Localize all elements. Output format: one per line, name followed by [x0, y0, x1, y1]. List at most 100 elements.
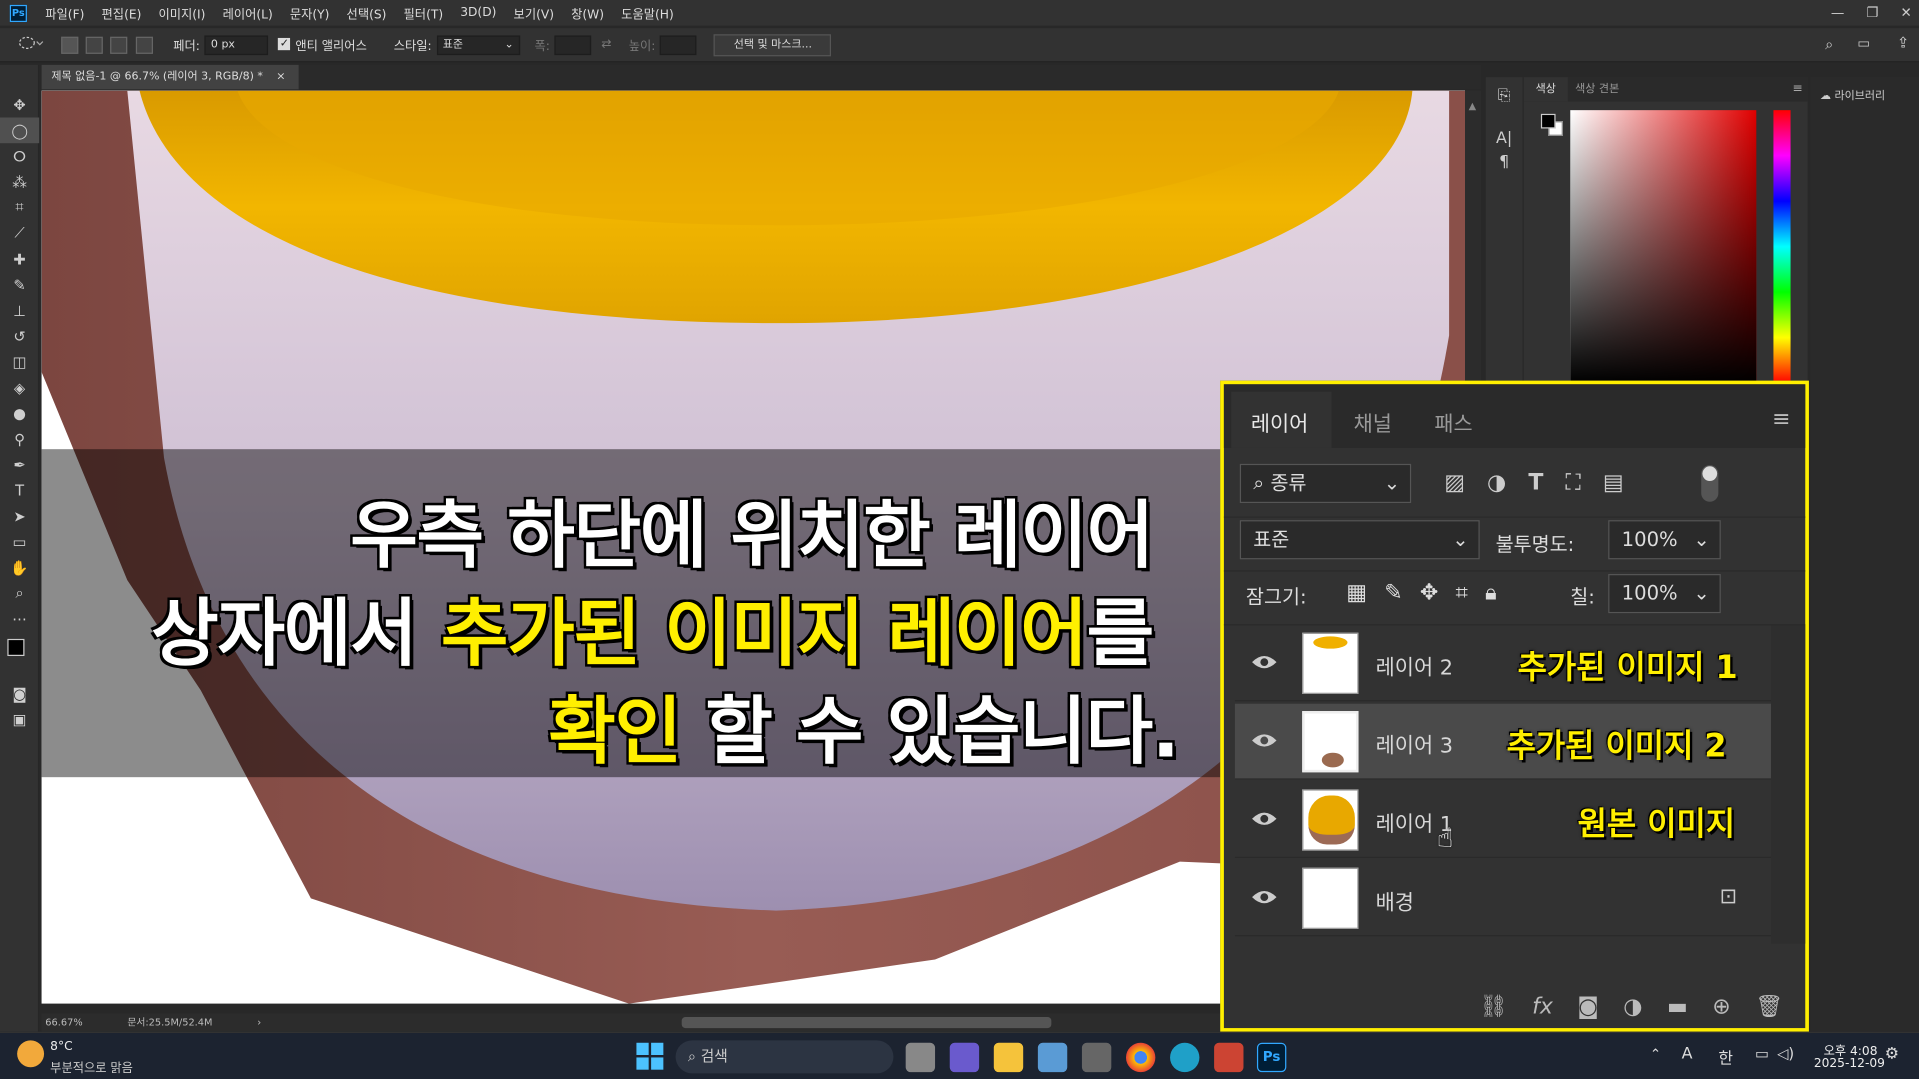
- photoshop-taskbar-icon[interactable]: Ps: [1256, 1042, 1287, 1073]
- share-icon[interactable]: ⇪: [1897, 34, 1909, 51]
- type-filter-icon[interactable]: T: [1528, 470, 1543, 496]
- swap-icon[interactable]: ⇄: [601, 38, 611, 51]
- blend-mode-select[interactable]: 표준 ⌄: [1239, 520, 1480, 560]
- layer-row[interactable]: 레이어 2 추가된 이미지 1: [1234, 625, 1771, 702]
- menu-edit[interactable]: 편집(E): [93, 4, 150, 22]
- paint-bucket-tool-icon[interactable]: ◈: [0, 375, 39, 401]
- chevron-right-icon[interactable]: ›: [257, 1017, 261, 1028]
- close-button[interactable]: ✕: [1900, 0, 1911, 26]
- scroll-up-icon[interactable]: ▲: [1469, 100, 1477, 111]
- filter-toggle[interactable]: [1701, 465, 1719, 502]
- style-select[interactable]: 표준 ⌄: [436, 34, 520, 55]
- close-tab-icon[interactable]: ×: [276, 71, 285, 83]
- new-layer-icon[interactable]: ⊕: [1712, 993, 1730, 1019]
- minimize-button[interactable]: —: [1831, 0, 1844, 26]
- lock-all-icon[interactable]: 🔒︎: [1485, 580, 1497, 606]
- start-button-icon[interactable]: [636, 1042, 664, 1070]
- new-group-icon[interactable]: ▬: [1667, 993, 1688, 1019]
- layer-name[interactable]: 배경: [1376, 885, 1414, 915]
- document-tab[interactable]: 제목 없음-1 @ 66.7% (레이어 3, RGB/8) * ×: [41, 64, 299, 90]
- height-input[interactable]: [660, 34, 697, 55]
- hand-tool-icon[interactable]: ✋: [0, 554, 39, 580]
- fx-icon[interactable]: fx: [1532, 993, 1553, 1019]
- lock-position-icon[interactable]: ✥: [1420, 580, 1438, 606]
- hue-slider[interactable]: [1773, 110, 1791, 384]
- foreground-color-icon[interactable]: [7, 638, 25, 657]
- shape-tool-icon[interactable]: ▭: [0, 529, 39, 555]
- restore-button[interactable]: ❐: [1866, 0, 1878, 26]
- intersect-selection-icon[interactable]: [135, 36, 153, 54]
- task-view-icon[interactable]: [905, 1042, 936, 1073]
- menu-type[interactable]: 문자(Y): [281, 4, 338, 22]
- adjustment-layer-icon[interactable]: ◑: [1623, 993, 1642, 1019]
- tab-color[interactable]: 색상: [1523, 77, 1568, 102]
- tab-paths[interactable]: 패스: [1434, 406, 1472, 436]
- foreground-swatch[interactable]: [1540, 113, 1556, 129]
- opacity-input[interactable]: 100% ⌄: [1608, 520, 1721, 560]
- layers-scrollbar[interactable]: [1770, 625, 1806, 944]
- shape-filter-icon[interactable]: ⛶: [1565, 470, 1580, 496]
- libraries-button[interactable]: ☁ 라이브러리: [1820, 87, 1885, 103]
- more-tools-icon[interactable]: ⋯: [0, 606, 39, 632]
- menu-help[interactable]: 도움말(H): [613, 4, 683, 22]
- chevron-up-icon[interactable]: ⌃: [1650, 1046, 1661, 1062]
- visibility-eye-icon[interactable]: [1251, 809, 1278, 829]
- tab-channels[interactable]: 채널: [1354, 406, 1392, 436]
- store-icon[interactable]: [1037, 1042, 1068, 1073]
- crop-tool-icon[interactable]: ⌗: [0, 195, 39, 221]
- visibility-eye-icon[interactable]: [1251, 731, 1278, 751]
- marquee-tool-icon[interactable]: ◯: [0, 117, 40, 144]
- stamp-tool-icon[interactable]: ⊥: [0, 297, 39, 323]
- layer-name[interactable]: 레이어 2: [1376, 650, 1453, 680]
- type-tool-icon[interactable]: T: [0, 477, 39, 503]
- color-picker-field[interactable]: [1570, 110, 1757, 384]
- panel-menu-icon[interactable]: ≡: [1793, 82, 1803, 95]
- chrome-icon[interactable]: [1125, 1042, 1156, 1073]
- smart-object-filter-icon[interactable]: ▤: [1603, 470, 1624, 496]
- dodge-tool-icon[interactable]: ⚲: [0, 426, 39, 452]
- quick-mask-icon[interactable]: ◙: [0, 680, 39, 706]
- brush-tool-icon[interactable]: ✎: [0, 272, 39, 298]
- lock-artboard-icon[interactable]: ⌗: [1455, 580, 1467, 606]
- edge-icon[interactable]: [1170, 1042, 1200, 1073]
- clock-time[interactable]: 오후 4:08: [1824, 1040, 1878, 1058]
- menu-window[interactable]: 창(W): [563, 4, 613, 22]
- marquee-tool-preset-icon[interactable]: [17, 34, 44, 55]
- pen-tool-icon[interactable]: ✒: [0, 452, 39, 478]
- layer-filter-select[interactable]: ⌕ 종류 ⌄: [1239, 463, 1412, 504]
- workspace-icon[interactable]: ▭: [1857, 35, 1870, 51]
- width-input[interactable]: [554, 34, 592, 55]
- history-panel-icon[interactable]: ⎘: [1486, 87, 1523, 105]
- weather-temp[interactable]: 8°C: [50, 1040, 72, 1053]
- lock-transparent-icon[interactable]: ▦: [1346, 580, 1367, 606]
- menu-file[interactable]: 파일(F): [37, 4, 93, 22]
- blur-tool-icon[interactable]: ●: [0, 400, 39, 426]
- layer-row-selected[interactable]: 레이어 3 추가된 이미지 2: [1234, 703, 1771, 780]
- ime-mode-hangul[interactable]: 한: [1718, 1045, 1733, 1068]
- feather-input[interactable]: 0 px: [204, 34, 269, 55]
- tab-swatches[interactable]: 색상 견본: [1575, 77, 1619, 101]
- taskbar-search[interactable]: ⌕ 검색: [675, 1040, 894, 1074]
- layer-name[interactable]: 레이어 3: [1376, 728, 1453, 758]
- color-swatches[interactable]: [0, 632, 38, 681]
- character-panel-icon[interactable]: A|: [1486, 130, 1523, 148]
- subtract-selection-icon[interactable]: [110, 36, 128, 54]
- image-filter-icon[interactable]: ▨: [1444, 470, 1465, 496]
- adjustment-filter-icon[interactable]: ◑: [1487, 470, 1506, 496]
- layer-row[interactable]: 배경 ⊡: [1234, 860, 1771, 937]
- volume-icon[interactable]: ◁): [1777, 1045, 1794, 1062]
- network-icon[interactable]: ▭: [1755, 1045, 1769, 1062]
- search-icon[interactable]: ⌕: [1825, 35, 1833, 53]
- notifications-icon[interactable]: ⚙: [1885, 1045, 1899, 1063]
- calculator-icon[interactable]: [1081, 1042, 1112, 1073]
- screen-mode-icon[interactable]: ▣: [0, 706, 39, 732]
- copilot-icon[interactable]: [949, 1042, 980, 1073]
- delete-layer-icon[interactable]: 🗑︎: [1755, 993, 1783, 1019]
- menu-select[interactable]: 선택(S): [338, 4, 395, 22]
- zoom-level[interactable]: 66.67%: [45, 1017, 82, 1028]
- antialias-checkbox[interactable]: ✓: [278, 37, 291, 51]
- add-selection-icon[interactable]: [85, 36, 104, 54]
- lasso-tool-icon[interactable]: ⵔ: [0, 143, 39, 169]
- history-brush-tool-icon[interactable]: ↺: [0, 323, 39, 349]
- menu-filter[interactable]: 필터(T): [395, 4, 452, 22]
